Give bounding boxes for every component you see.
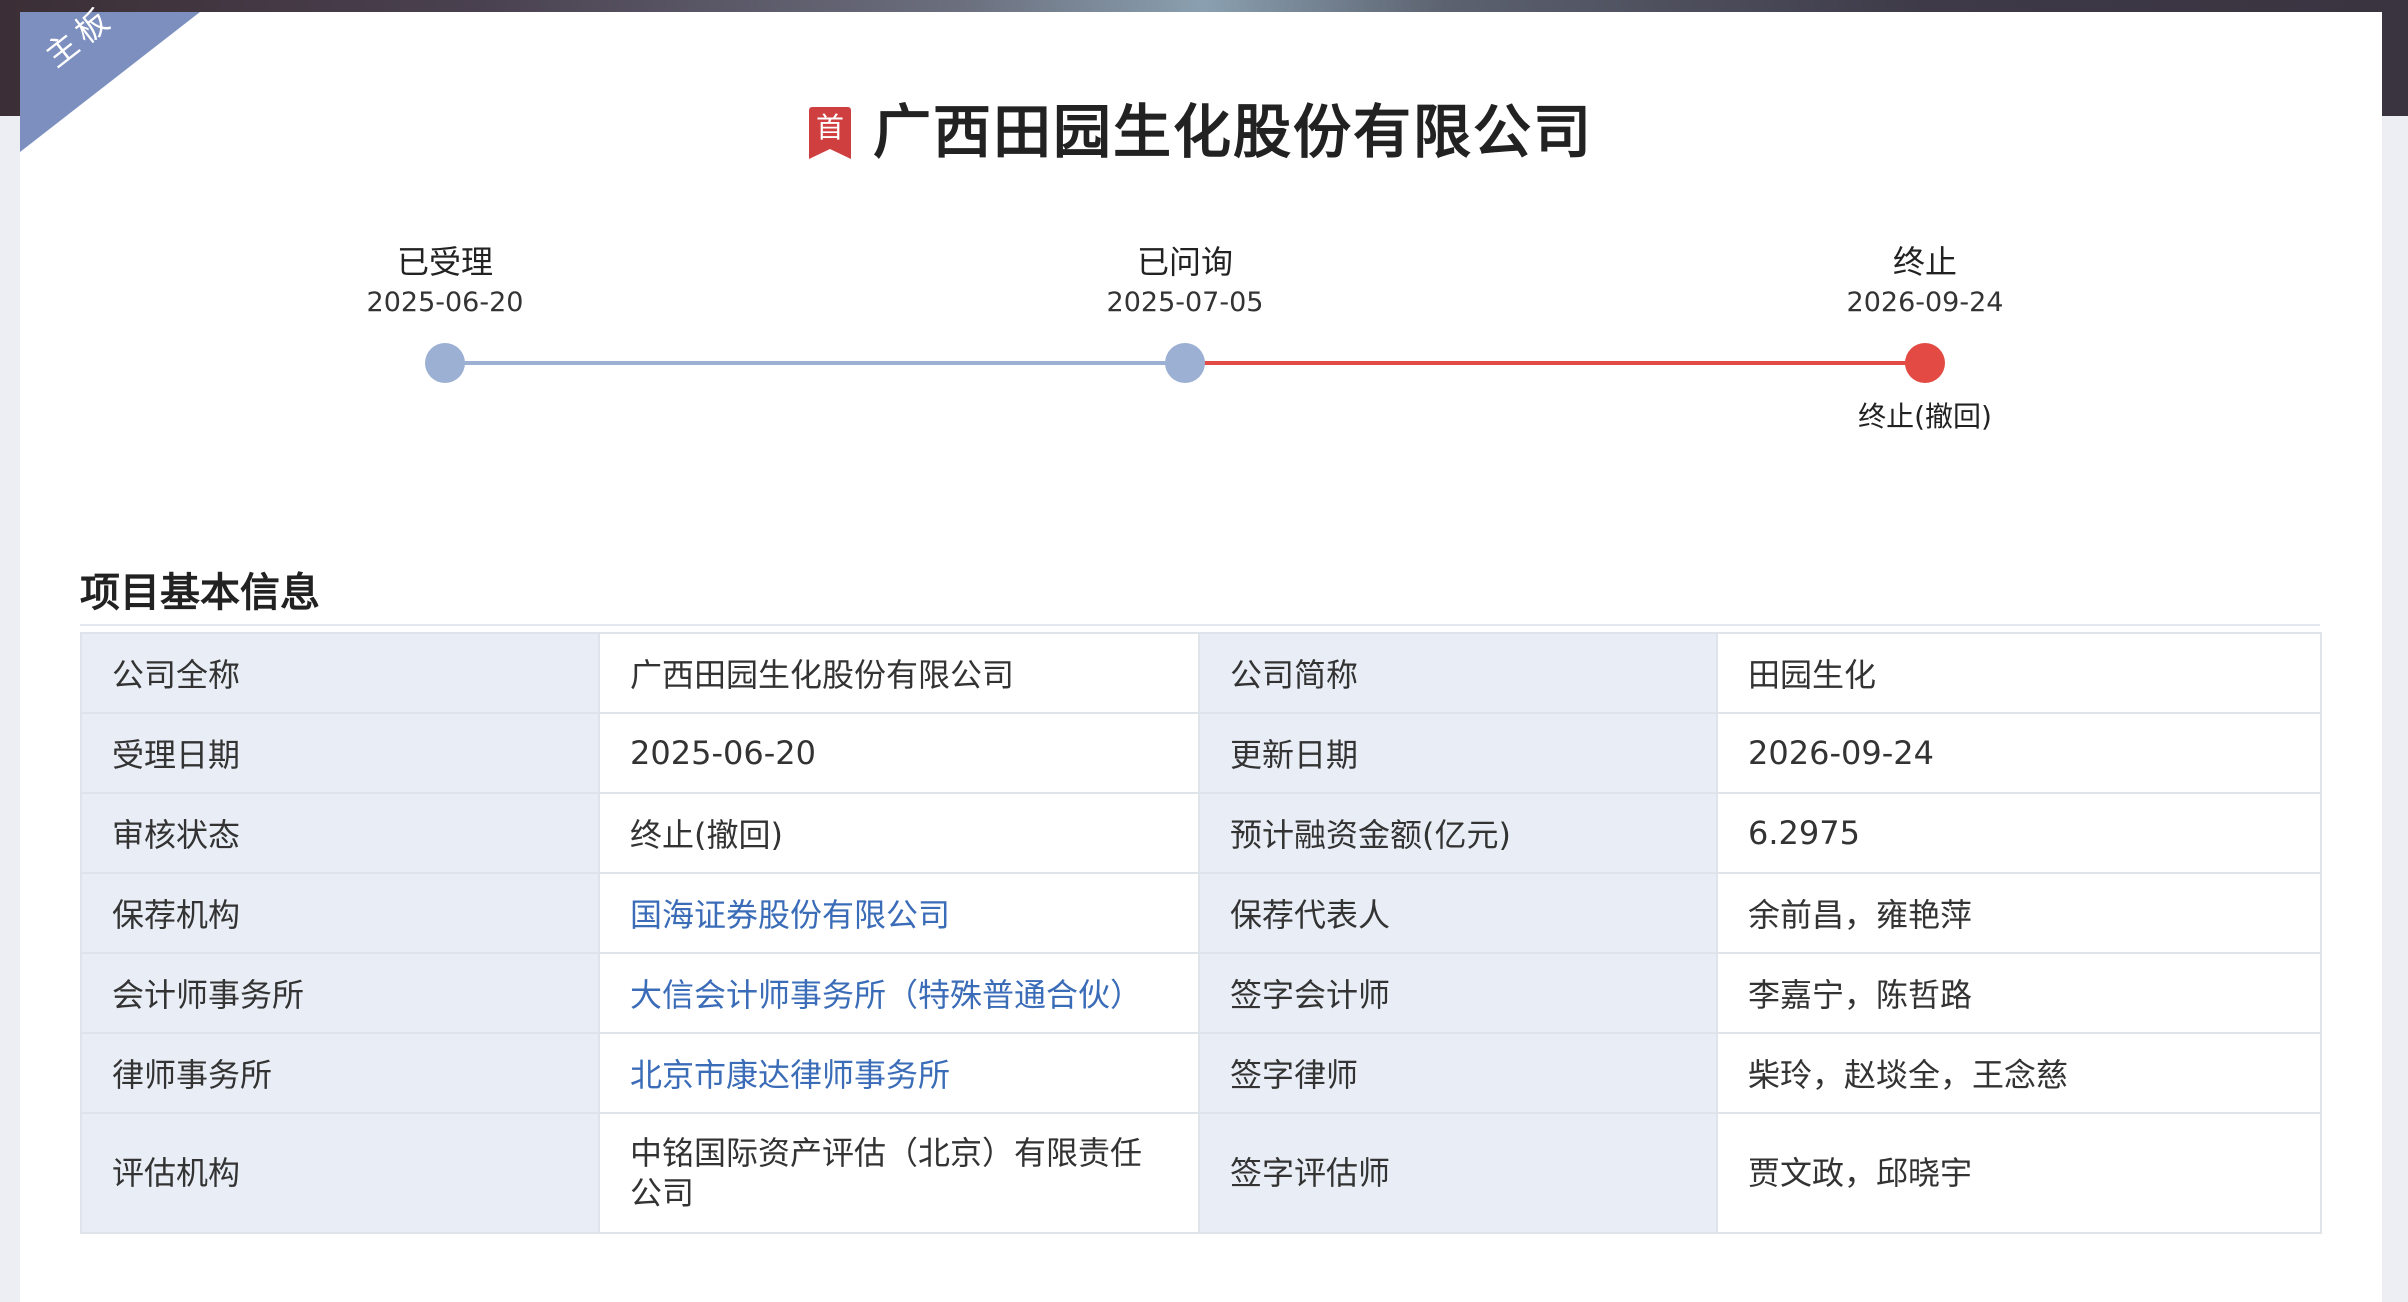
field-label-short-name: 公司简称 — [1198, 632, 1718, 714]
field-label-accounting-firm: 会计师事务所 — [80, 952, 600, 1034]
field-label-law-firm: 律师事务所 — [80, 1032, 600, 1114]
table-row: 评估机构 中铭国际资产评估（北京）有限责任公司 签字评估师 贾文政，邱晓宇 — [80, 1112, 2322, 1234]
field-label-appraisal-firm: 评估机构 — [80, 1112, 600, 1234]
table-row: 律师事务所 北京市康达律师事务所 签字律师 柴玲，赵埮全，王念慈 — [80, 1032, 2322, 1114]
timeline-step-accepted: 已受理 2025-06-20 — [295, 237, 595, 321]
timeline-dot-current-icon — [1905, 343, 1945, 383]
field-value-review-status: 终止(撤回) — [598, 792, 1200, 874]
timeline-step-label: 已问询 — [1136, 243, 1233, 281]
field-value-appraisal-firm: 中铭国际资产评估（北京）有限责任公司 — [598, 1112, 1200, 1234]
timeline-step-inquired: 已问询 2025-07-05 — [1035, 237, 1335, 321]
field-value-update-date: 2026-09-24 — [1716, 712, 2322, 794]
field-label-full-name: 公司全称 — [80, 632, 600, 714]
timeline-segment-completed — [445, 361, 1185, 365]
table-row: 保荐机构 国海证券股份有限公司 保荐代表人 余前昌，雍艳萍 — [80, 872, 2322, 954]
field-label-update-date: 更新日期 — [1198, 712, 1718, 794]
field-value-signing-accountants: 李嘉宁，陈哲路 — [1716, 952, 2322, 1034]
field-value-full-name: 广西田园生化股份有限公司 — [598, 632, 1200, 714]
project-info-table: 公司全称 广西田园生化股份有限公司 公司简称 田园生化 受理日期 2025-06… — [80, 632, 2322, 1234]
field-label-signing-lawyers: 签字律师 — [1198, 1032, 1718, 1114]
table-row: 公司全称 广西田园生化股份有限公司 公司简称 田园生化 — [80, 632, 2322, 714]
field-value-short-name: 田园生化 — [1716, 632, 2322, 714]
section-title: 项目基本信息 — [80, 570, 320, 616]
timeline-step-date: 2025-06-20 — [366, 287, 524, 318]
field-label-sponsor-reps: 保荐代表人 — [1198, 872, 1718, 954]
badge-label: 首 — [808, 107, 851, 149]
table-row: 审核状态 终止(撤回) 预计融资金额(亿元) 6.2975 — [80, 792, 2322, 874]
timeline-dot-icon — [425, 343, 465, 383]
title-row: 首 广西田园生化股份有限公司 — [20, 82, 2382, 172]
table-row: 受理日期 2025-06-20 更新日期 2026-09-24 — [80, 712, 2322, 794]
section-divider — [80, 624, 2320, 626]
field-value-accept-date: 2025-06-20 — [598, 712, 1200, 794]
timeline-step-terminated: 终止 2026-09-24 — [1775, 237, 2075, 321]
sponsor-link[interactable]: 国海证券股份有限公司 — [598, 872, 1200, 954]
field-label-signing-accountants: 签字会计师 — [1198, 952, 1718, 1034]
timeline-step-note: 终止(撤回) — [1858, 400, 1992, 433]
field-value-signing-appraisers: 贾文政，邱晓宇 — [1716, 1112, 2322, 1234]
field-label-sponsor: 保荐机构 — [80, 872, 600, 954]
status-timeline: 已受理 2025-06-20 已问询 2025-07-05 终止 2026-09… — [20, 237, 2382, 457]
table-row: 会计师事务所 大信会计师事务所（特殊普通合伙） 签字会计师 李嘉宁，陈哲路 — [80, 952, 2322, 1034]
timeline-step-date: 2025-07-05 — [1106, 287, 1264, 318]
field-value-financing-amount: 6.2975 — [1716, 792, 2322, 874]
first-ipo-badge-icon: 首 — [808, 107, 851, 159]
field-value-signing-lawyers: 柴玲，赵埮全，王念慈 — [1716, 1032, 2322, 1114]
timeline-step-label: 终止 — [1892, 243, 1957, 281]
timeline-step-date: 2026-09-24 — [1846, 287, 2004, 318]
timeline-step-label: 已受理 — [396, 243, 493, 281]
accounting-firm-link[interactable]: 大信会计师事务所（特殊普通合伙） — [598, 952, 1200, 1034]
timeline-dot-icon — [1165, 343, 1205, 383]
field-label-signing-appraisers: 签字评估师 — [1198, 1112, 1718, 1234]
project-card: 主板 首 广西田园生化股份有限公司 已受理 2025-06-20 已问询 202… — [20, 0, 2382, 1302]
field-label-accept-date: 受理日期 — [80, 712, 600, 794]
field-label-financing-amount: 预计融资金额(亿元) — [1198, 792, 1718, 874]
field-value-sponsor-reps: 余前昌，雍艳萍 — [1716, 872, 2322, 954]
field-label-review-status: 审核状态 — [80, 792, 600, 874]
timeline-segment-terminated — [1185, 361, 1925, 365]
company-title: 广西田园生化股份有限公司 — [872, 98, 1593, 166]
law-firm-link[interactable]: 北京市康达律师事务所 — [598, 1032, 1200, 1114]
